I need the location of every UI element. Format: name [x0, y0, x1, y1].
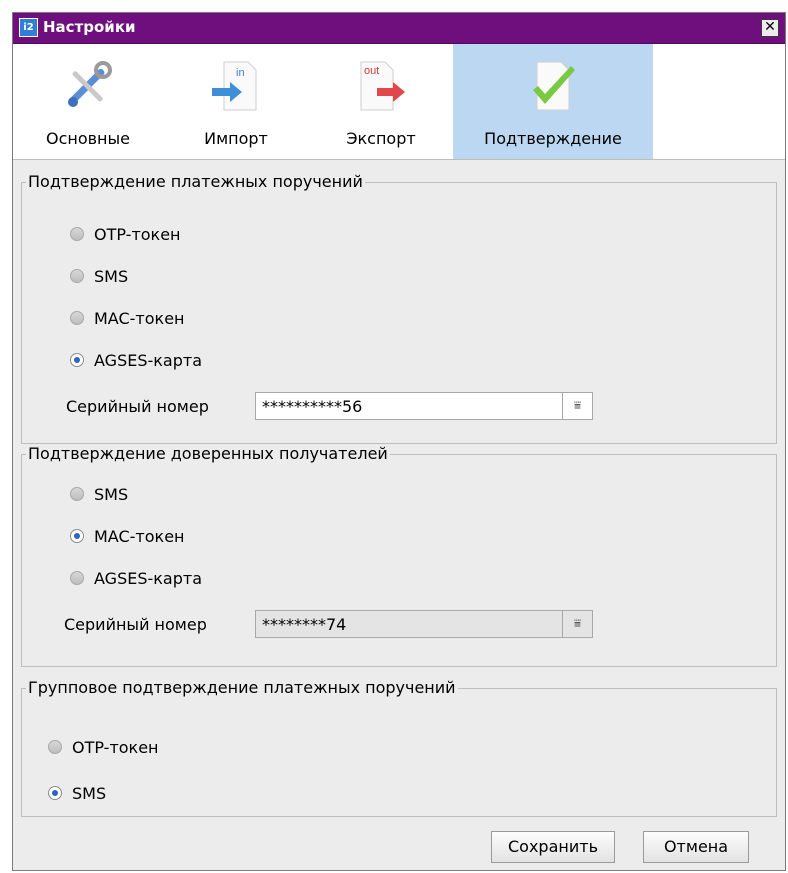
dropdown-arrow-icon[interactable]: ⩸ [562, 393, 592, 419]
tab-import[interactable]: in Импорт [163, 44, 309, 159]
tab-label: Основные [45, 129, 130, 148]
radio-label: AGSES-карта [94, 569, 203, 588]
serial-number-value: **********56 [262, 397, 363, 416]
radio-button[interactable] [70, 571, 84, 585]
title-bar[interactable]: i2 Настройки ✕ [13, 13, 785, 44]
radio-button[interactable] [70, 487, 84, 501]
settings-window: i2 Настройки ✕ Основные in Импорт out Эк… [12, 12, 786, 871]
tab-label: Подтверждение [484, 129, 622, 148]
app-logo-icon: i2 [19, 18, 38, 37]
confirm-check-icon [533, 61, 575, 111]
window-title: Настройки [43, 18, 136, 36]
cancel-button[interactable]: Отмена [643, 831, 749, 863]
radio-label: OTP-токен [72, 738, 159, 757]
serial-number-select-disabled[interactable]: ********74 ⩸ [255, 610, 593, 638]
import-icon: in [212, 61, 257, 111]
group-confirmation-group: Групповое подтверждение платежных поруче… [21, 678, 777, 817]
serial-number-select[interactable]: **********56 ⩸ [255, 392, 593, 420]
radio-label: AGSES-карта [94, 351, 203, 370]
tab-label: Импорт [204, 129, 268, 148]
payment-confirmation-group: Подтверждение платежных поручений OTP-то… [21, 172, 777, 444]
radio-label: OTP-токен [94, 225, 181, 244]
radio-label: MAC-токен [94, 309, 185, 328]
radio-button[interactable] [70, 353, 84, 367]
export-icon: out [360, 61, 405, 111]
group-legend: Групповое подтверждение платежных поруче… [26, 678, 458, 697]
tab-export[interactable]: out Экспорт [309, 44, 453, 159]
radio-button[interactable] [48, 786, 62, 800]
radio-label: SMS [72, 784, 107, 803]
close-button[interactable]: ✕ [761, 19, 779, 37]
radio-label: MAC-токен [94, 527, 185, 546]
radio-button[interactable] [70, 311, 84, 325]
export-badge-text: out [364, 65, 379, 77]
tab-confirmation[interactable]: Подтверждение [453, 44, 653, 159]
group-legend: Подтверждение доверенных получателей [26, 444, 390, 463]
serial-number-label: Серийный номер [66, 397, 209, 416]
tools-icon [68, 61, 112, 107]
tab-general[interactable]: Основные [13, 44, 163, 159]
radio-button[interactable] [70, 269, 84, 283]
radio-button[interactable] [70, 529, 84, 543]
serial-number-value: ********74 [262, 615, 347, 634]
import-badge-text: in [236, 67, 245, 79]
tab-label: Экспорт [346, 129, 416, 148]
radio-button[interactable] [70, 227, 84, 241]
save-button[interactable]: Сохранить [491, 831, 615, 863]
radio-button[interactable] [48, 740, 62, 754]
radio-label: SMS [94, 485, 129, 504]
trusted-recipients-group: Подтверждение доверенных получателей SMS… [21, 444, 777, 667]
dropdown-arrow-icon[interactable]: ⩸ [562, 611, 592, 637]
radio-label: SMS [94, 267, 129, 286]
settings-tabs: Основные in Импорт out Экспорт Подтвержд… [13, 44, 785, 160]
group-legend: Подтверждение платежных поручений [26, 172, 365, 191]
serial-number-label: Серийный номер [64, 615, 207, 634]
